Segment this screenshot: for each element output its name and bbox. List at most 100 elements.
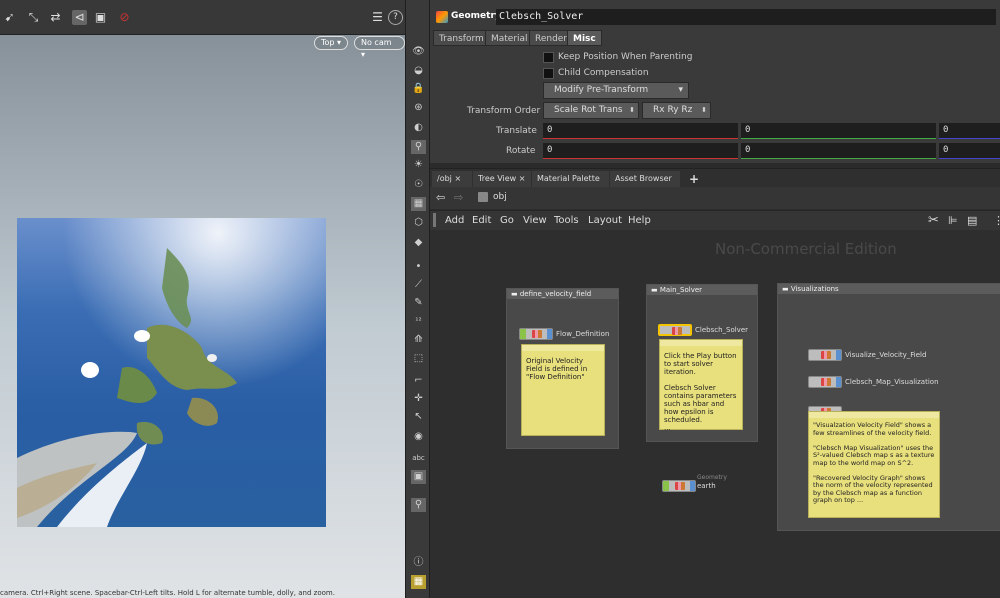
edge-icon[interactable]: ⟋ xyxy=(411,278,426,292)
menu-view[interactable]: View xyxy=(523,215,547,226)
tab-obj[interactable]: /obj × xyxy=(432,171,472,187)
menu-add[interactable]: Add xyxy=(445,215,464,226)
tree-layout-icon[interactable]: ⊫ xyxy=(948,214,958,227)
text-icon[interactable]: abc xyxy=(411,451,426,465)
back-arrow-icon[interactable]: ⇦ xyxy=(436,191,445,204)
close-icon[interactable]: × xyxy=(454,174,461,183)
layout-icon[interactable]: ▦ xyxy=(411,575,426,589)
display-options-icon[interactable]: ☰ xyxy=(370,10,385,25)
path-bar: ⇦ ⇨ obj xyxy=(430,187,1000,209)
record-icon[interactable]: ⊘ xyxy=(117,10,132,25)
sticky-note-solver[interactable]: Click the Play button to start solver it… xyxy=(659,339,743,432)
sticky-note-flow[interactable]: Original Velocity Field is defined in "F… xyxy=(521,344,605,436)
rotate-order-value: Rx Ry Rz xyxy=(653,105,693,115)
normal-icon[interactable]: ⟰ xyxy=(411,333,426,347)
lock-icon[interactable]: 🔒 xyxy=(411,82,426,96)
translate-z-field[interactable]: 0 xyxy=(939,123,1000,139)
point-icon[interactable]: • xyxy=(411,260,426,274)
pin-icon[interactable]: ⚲ xyxy=(411,140,426,154)
node-flow-definition[interactable] xyxy=(519,328,553,340)
grid-icon[interactable]: ▦ xyxy=(411,197,426,211)
render-flag[interactable] xyxy=(690,481,695,491)
translate-y-field[interactable]: 0 xyxy=(741,123,936,139)
menu-go[interactable]: Go xyxy=(500,215,514,226)
render-flag[interactable] xyxy=(836,377,841,387)
translate-x-field[interactable]: 0 xyxy=(543,123,738,139)
tools-icon[interactable]: ✂ xyxy=(928,213,939,228)
rotate-y-field[interactable]: 0 xyxy=(741,143,936,159)
menu-tools[interactable]: Tools xyxy=(554,215,579,226)
collapse-icon[interactable]: ▬ xyxy=(651,286,660,294)
crosshair-icon[interactable]: ✛ xyxy=(411,392,426,406)
path-obj[interactable]: obj xyxy=(493,192,507,202)
image-icon[interactable]: ▣ xyxy=(411,470,426,484)
pane-handle[interactable] xyxy=(433,213,436,227)
tab-asset-browser[interactable]: Asset Browser × xyxy=(610,171,680,199)
collapse-icon[interactable]: ▬ xyxy=(511,290,520,298)
node-earth[interactable] xyxy=(662,480,696,492)
rotate-z-field[interactable]: 0 xyxy=(939,143,1000,159)
tab-misc[interactable]: Misc xyxy=(567,30,602,46)
keep-position-checkbox[interactable] xyxy=(543,52,554,63)
transform-icon[interactable]: ⇄ xyxy=(48,10,63,25)
light-icon[interactable]: ☀ xyxy=(411,158,426,172)
sphere-select-icon[interactable]: ◉ xyxy=(411,430,426,444)
sticky-note-visualizations[interactable]: "Visualzation Velocity Field" shows a fe… xyxy=(808,411,940,518)
child-compensation-checkbox[interactable] xyxy=(543,68,554,79)
select-tool-icon[interactable]: ➹ xyxy=(2,10,17,25)
transform-order-value: Scale Rot Trans xyxy=(554,105,623,115)
add-tab-icon[interactable]: + xyxy=(684,171,704,187)
rotate-order-menu[interactable]: Rx Ry Rz ⬍ xyxy=(642,102,711,119)
close-icon[interactable]: × xyxy=(519,174,526,183)
tab-material-palette[interactable]: Material Palette × xyxy=(532,171,609,199)
sphere-icon[interactable]: ◐ xyxy=(411,121,426,135)
view-menu[interactable]: Top ▾ xyxy=(314,36,349,50)
vertex-number-icon[interactable]: ¹² xyxy=(411,314,426,328)
sticky-bar xyxy=(809,412,939,418)
tab-material[interactable]: Material xyxy=(485,30,534,46)
node-name-field[interactable]: Clebsch_Solver xyxy=(496,9,996,25)
forward-arrow-icon[interactable]: ⇨ xyxy=(454,191,463,204)
camera-icon[interactable]: ▣ xyxy=(93,10,108,25)
arrow-icon[interactable]: ↖ xyxy=(411,410,426,424)
info-icon[interactable]: ⓘ xyxy=(411,556,426,570)
more-icon[interactable]: ⋮ xyxy=(993,214,1000,227)
node-clebsch-solver[interactable] xyxy=(658,324,692,336)
object-icon[interactable]: ◆ xyxy=(411,236,426,250)
network-editor[interactable]: Non-Commercial Edition ▬ define_velocity… xyxy=(430,230,1000,598)
render-flag[interactable] xyxy=(547,329,552,339)
camera-menu[interactable]: No cam ▾ xyxy=(354,36,405,59)
cube-icon[interactable]: ⬚ xyxy=(411,352,426,366)
location-icon[interactable]: ⚲ xyxy=(411,498,426,512)
collapse-icon[interactable]: ▬ xyxy=(782,285,791,293)
tab-material-palette-label: Material Palette xyxy=(537,174,600,183)
tab-transform[interactable]: Transform xyxy=(433,30,490,46)
render-flag[interactable] xyxy=(836,350,841,360)
share-icon[interactable]: ⊲ xyxy=(72,10,87,25)
help-icon[interactable]: ? xyxy=(388,10,403,25)
modify-pretransform-menu[interactable]: Modify Pre-Transform ▾ xyxy=(543,82,689,99)
node-clebsch-map-visualization[interactable] xyxy=(808,376,842,388)
box-title-label: define_velocity_field xyxy=(519,290,592,298)
tab-tree-view[interactable]: Tree View × xyxy=(473,171,531,187)
snapping-icon[interactable]: ⊛ xyxy=(411,101,426,115)
ghost-icon[interactable]: ⬡ xyxy=(411,216,426,230)
node-visualize-velocity-field[interactable] xyxy=(808,349,842,361)
node-label-clebsch: Clebsch_Solver xyxy=(695,326,749,334)
snap-icon[interactable]: ⤡ xyxy=(26,10,41,25)
scene-viewport[interactable]: ➹ ⤡ ⇄ ⊲ ▣ ⊘ ☰ ? Top ▾ No cam ▾ camera. C… xyxy=(0,0,405,598)
eye-icon[interactable]: 👁 xyxy=(411,45,426,59)
node-type-label: Geometry xyxy=(451,11,501,21)
display-flag[interactable] xyxy=(520,329,526,339)
brush-icon[interactable]: ✎ xyxy=(411,296,426,310)
menu-layout[interactable]: Layout xyxy=(588,215,622,226)
list-icon[interactable]: ▤ xyxy=(967,214,977,227)
bounding-icon[interactable]: ⌐ xyxy=(411,374,426,388)
menu-edit[interactable]: Edit xyxy=(472,215,491,226)
display-flag[interactable] xyxy=(663,481,669,491)
visibility-icon[interactable]: ◒ xyxy=(411,64,426,78)
rotate-x-field[interactable]: 0 xyxy=(543,143,738,159)
display-icon[interactable]: ☉ xyxy=(411,178,426,192)
menu-help[interactable]: Help xyxy=(628,215,651,226)
transform-order-menu[interactable]: Scale Rot Trans ⬍ xyxy=(543,102,639,119)
